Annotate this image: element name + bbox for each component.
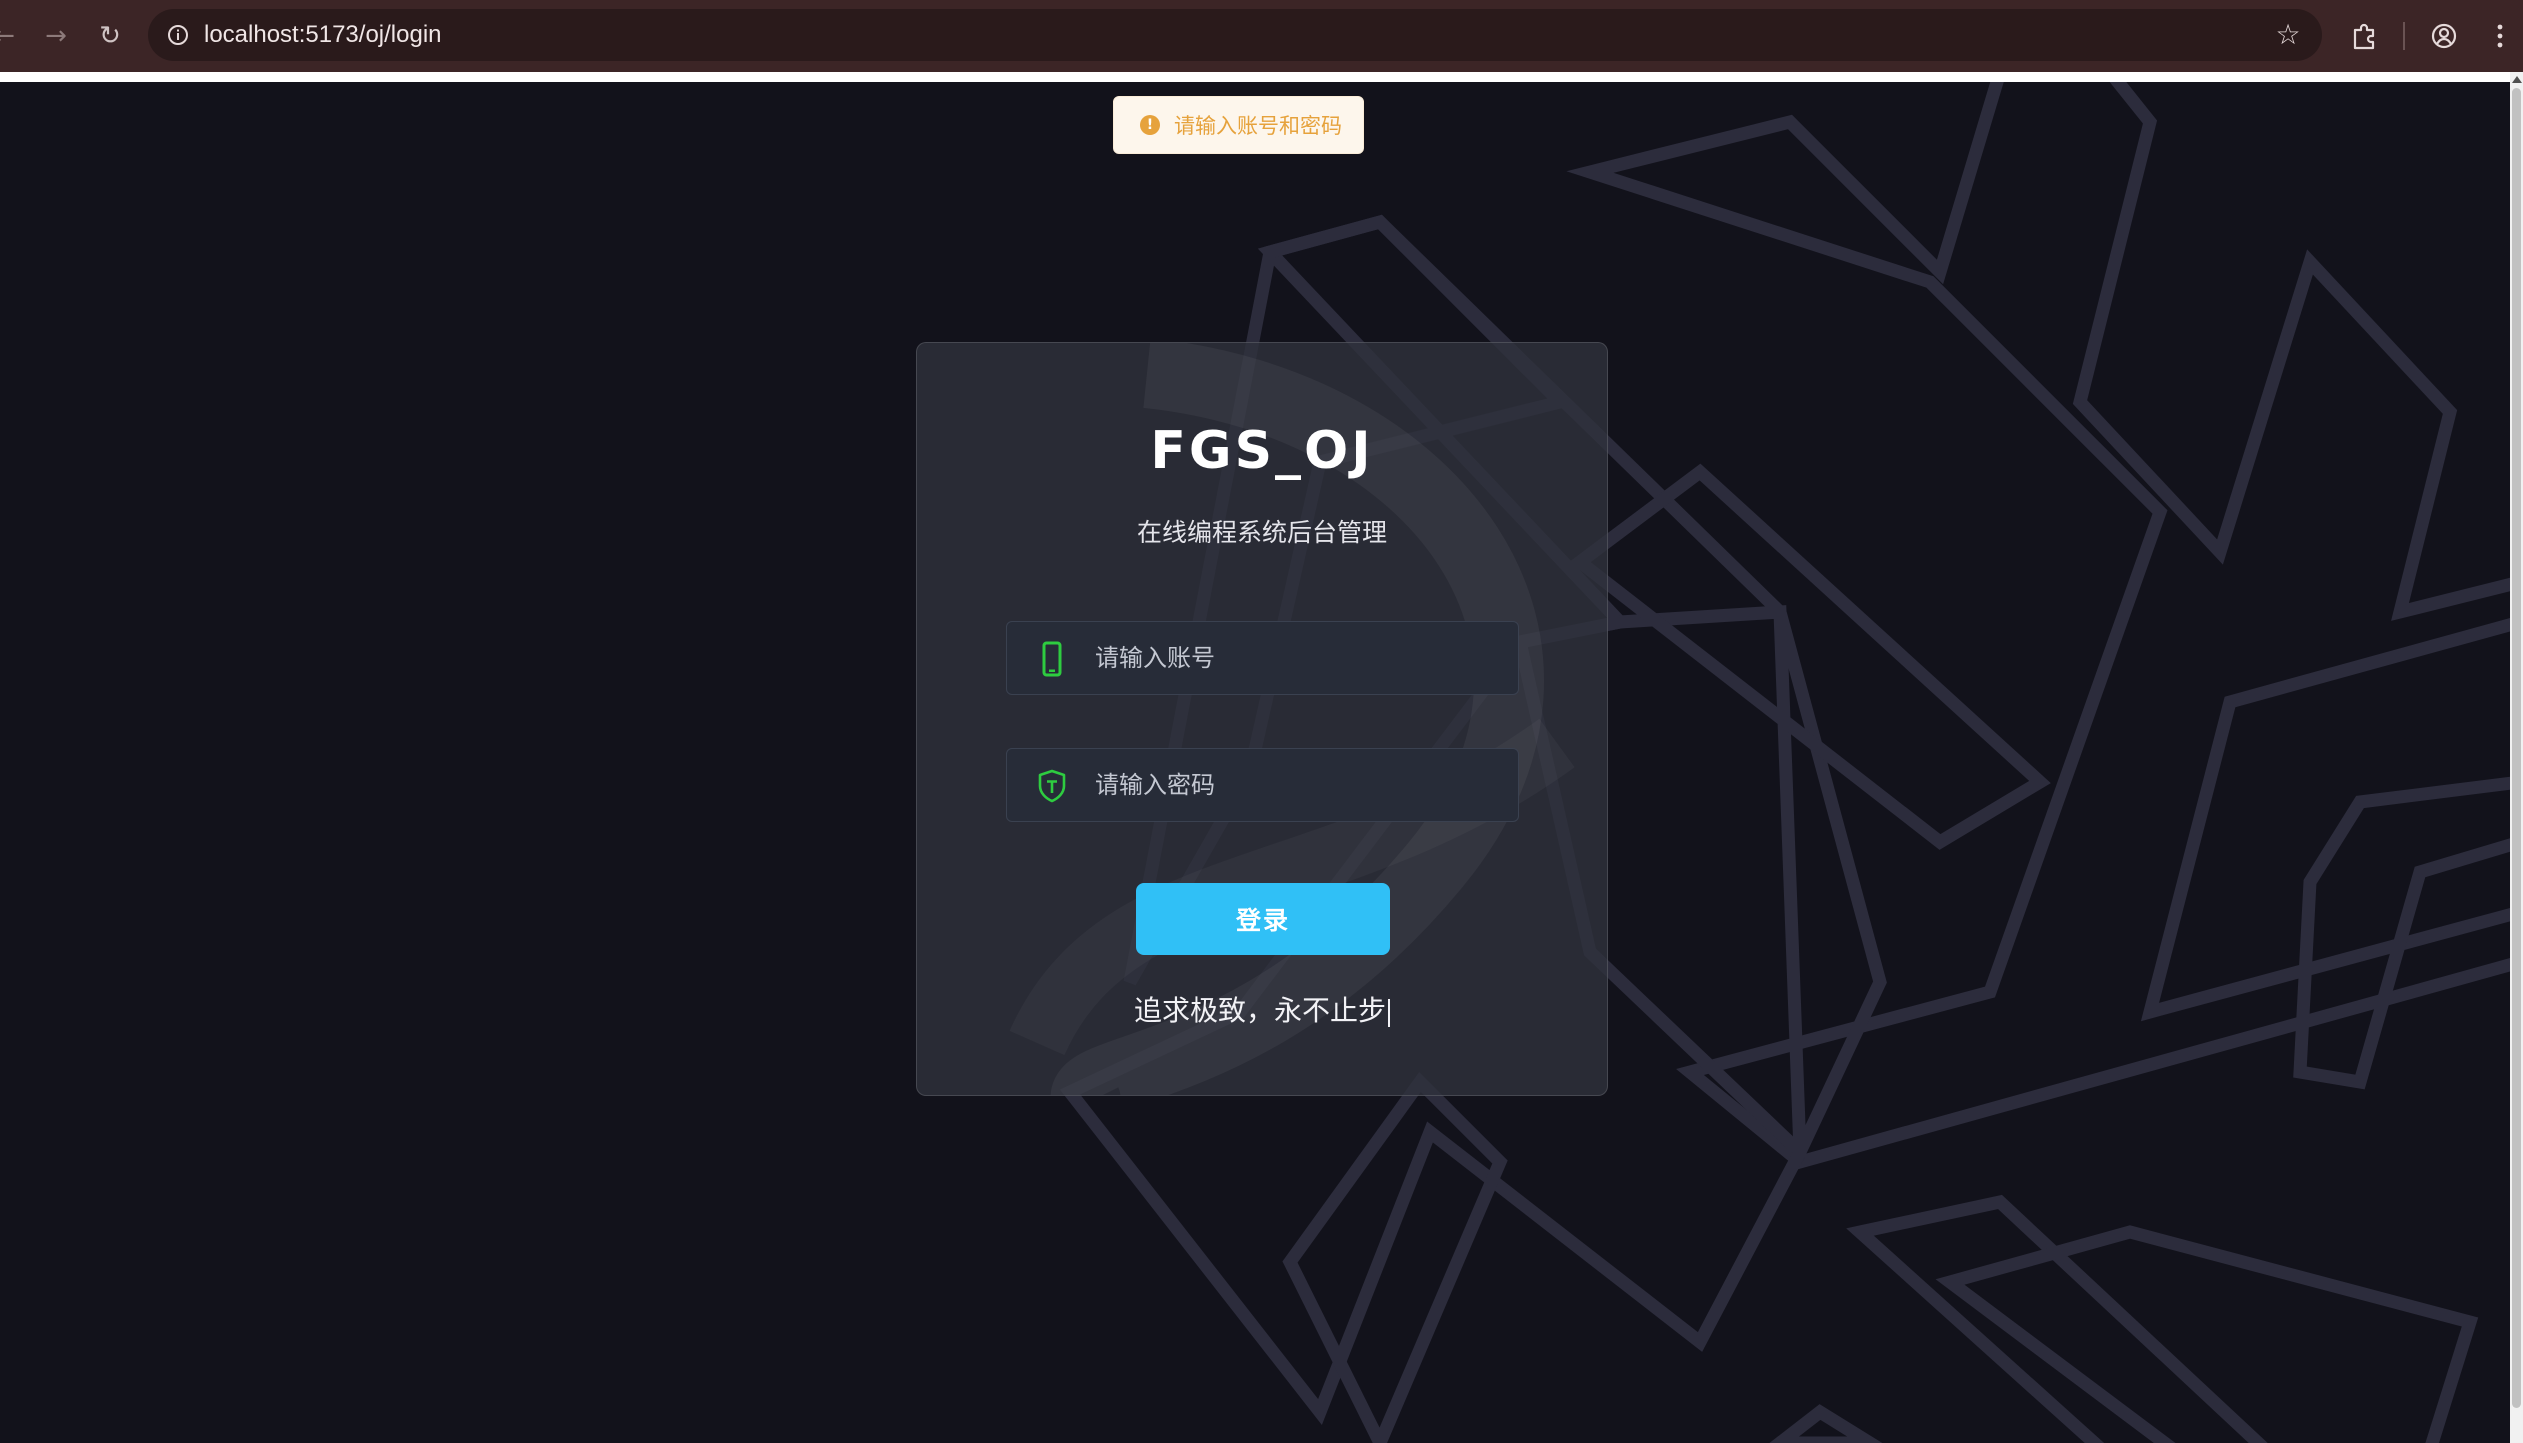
page-viewport: ! 请输入账号和密码 FGS_OJ 在线编程系统后台管理 登录 追求极致，永不止… xyxy=(0,82,2510,1443)
extensions-puzzle-icon[interactable] xyxy=(2344,16,2384,56)
url-text[interactable]: localhost:5173/oj/login xyxy=(204,9,442,61)
app-title: FGS_OJ xyxy=(1150,421,1374,481)
page-scrollbar[interactable] xyxy=(2510,72,2523,1443)
app-subtitle: 在线编程系统后台管理 xyxy=(1136,518,1387,547)
reload-icon[interactable]: ↻ xyxy=(92,18,128,54)
scroll-up-arrow-icon[interactable] xyxy=(2512,76,2522,83)
phone-icon xyxy=(1042,641,1062,677)
toolbar-divider xyxy=(2403,22,2405,50)
bookmark-star-icon[interactable]: ☆ xyxy=(2270,17,2306,53)
back-arrow-icon[interactable]: ← xyxy=(0,18,22,54)
page-top-strip xyxy=(0,72,2523,82)
typing-caret xyxy=(1388,998,1390,1027)
account-field[interactable] xyxy=(1006,621,1519,695)
motto-text: 追求极致，永不止步 xyxy=(917,989,1607,1029)
profile-icon[interactable] xyxy=(2424,16,2464,56)
login-card: FGS_OJ 在线编程系统后台管理 登录 追求极致，永不止步 xyxy=(916,342,1608,1096)
account-input[interactable] xyxy=(1095,622,1495,694)
site-info-icon[interactable] xyxy=(162,19,194,51)
more-menu-icon[interactable] xyxy=(2480,16,2520,56)
toast-message: 请输入账号和密码 xyxy=(1174,114,1342,138)
motto-label: 追求极致，永不止步 xyxy=(1133,994,1386,1027)
address-bar[interactable]: localhost:5173/oj/login ☆ xyxy=(148,9,2322,61)
password-input[interactable] xyxy=(1095,749,1495,821)
shield-icon xyxy=(1038,769,1066,803)
browser-toolbar: ← → ↻ localhost:5173/oj/login ☆ xyxy=(0,0,2523,72)
forward-arrow-icon[interactable]: → xyxy=(38,18,74,54)
warning-circle-icon: ! xyxy=(1140,115,1160,135)
scroll-thumb[interactable] xyxy=(2512,88,2521,1408)
password-field[interactable] xyxy=(1006,748,1519,822)
login-button[interactable]: 登录 xyxy=(1136,883,1390,955)
warning-toast: ! 请输入账号和密码 xyxy=(1113,96,1364,154)
